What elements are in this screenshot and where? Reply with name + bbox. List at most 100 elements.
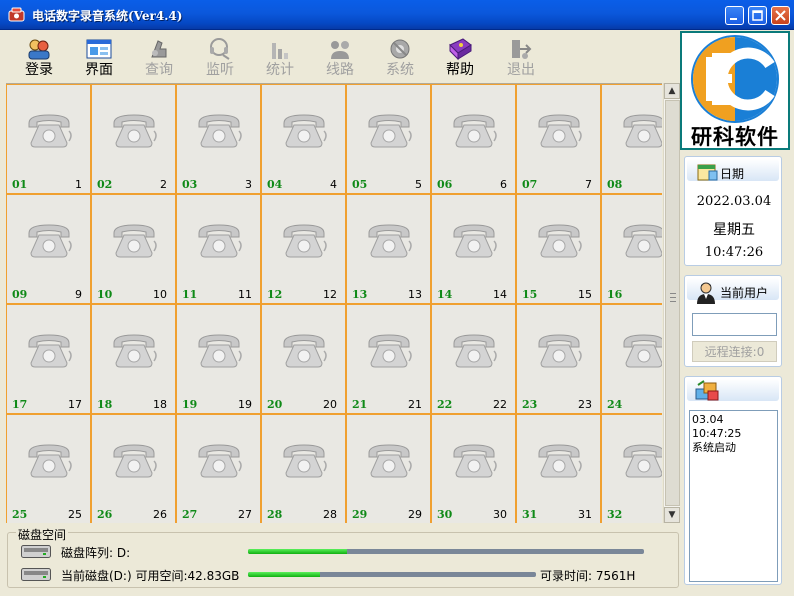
channel-cell[interactable]: 11 11 — [176, 194, 261, 304]
line-number: 18 — [153, 398, 167, 411]
toolbar-button-monitor[interactable]: 监听 — [194, 35, 246, 83]
channel-cell[interactable]: 03 3 — [176, 84, 261, 194]
main-panel: 登录 界面 查询 监听统计 线路系统 帮助 退出 01 1 02 2 03 3 04 4 05 5 06 6 07 7… — [3, 31, 680, 591]
close-button[interactable] — [771, 6, 790, 25]
channel-cell[interactable]: 04 4 — [261, 84, 346, 194]
line-number: 15 — [578, 288, 592, 301]
title-bar[interactable]: 电话数字录音系统(Ver4.4) — [0, 0, 794, 30]
channel-number: 25 — [12, 508, 28, 521]
line-number: 17 — [68, 398, 82, 411]
line-number: 20 — [323, 398, 337, 411]
toolbar-button-label: 统计 — [266, 62, 294, 78]
channel-cell[interactable]: 01 1 — [6, 84, 91, 194]
channel-cell[interactable]: 25 25 — [6, 414, 91, 523]
current-disk-usage-bar — [248, 572, 536, 577]
toolbar-button-label: 系统 — [386, 62, 414, 78]
toolbar-button-login[interactable]: 登录 — [13, 35, 65, 83]
channel-cell[interactable]: 18 18 — [91, 304, 176, 414]
channel-number: 27 — [182, 508, 198, 521]
log-text-area[interactable]: 03.04 10:47:25 系统启动 — [689, 410, 778, 582]
channel-cell[interactable]: 26 26 — [91, 414, 176, 523]
channel-cell[interactable]: 14 14 — [431, 194, 516, 304]
channel-cell[interactable]: 30 30 — [431, 414, 516, 523]
channel-cell[interactable]: 07 7 — [516, 84, 601, 194]
channel-number: 26 — [97, 508, 113, 521]
channel-cell[interactable]: 02 2 — [91, 84, 176, 194]
channel-cell[interactable]: 13 13 — [346, 194, 431, 304]
line-number: 31 — [578, 508, 592, 521]
user-icon — [697, 282, 715, 304]
login-icon — [28, 39, 50, 60]
channel-number: 21 — [352, 398, 368, 411]
channel-number: 30 — [437, 508, 453, 521]
line-number: 7 — [585, 178, 592, 191]
channel-cell[interactable]: 088 — [601, 84, 662, 194]
channel-cell[interactable]: 3232 — [601, 414, 662, 523]
toolbar-button-help[interactable]: 帮助 — [434, 35, 486, 83]
calendar-icon — [697, 164, 718, 181]
channel-cell[interactable]: 09 9 — [6, 194, 91, 304]
telephone-icon — [623, 444, 662, 478]
toolbar-button-exit[interactable]: 退出 — [495, 35, 547, 83]
scroll-down-button[interactable]: ▼ — [664, 507, 680, 523]
channel-number: 02 — [97, 178, 113, 191]
channel-number: 16 — [607, 288, 623, 301]
scroll-up-button[interactable]: ▲ — [664, 83, 680, 99]
toolbar-button-statistics[interactable]: 统计 — [254, 35, 306, 83]
network-icon — [695, 380, 719, 401]
channel-cell[interactable]: 17 17 — [6, 304, 91, 414]
telephone-icon — [623, 334, 662, 368]
channel-cell[interactable]: 19 19 — [176, 304, 261, 414]
channel-cell[interactable]: 22 22 — [431, 304, 516, 414]
user-panel-header: 当前用户 — [687, 278, 779, 304]
log-panel-header — [687, 379, 779, 401]
channel-cell[interactable]: 06 6 — [431, 84, 516, 194]
scroll-thumb[interactable] — [665, 100, 680, 506]
line-number: 21 — [408, 398, 422, 411]
maximize-button[interactable] — [748, 6, 767, 25]
channel-cell[interactable]: 2424 — [601, 304, 662, 414]
telephone-icon — [283, 444, 327, 478]
exit-icon — [512, 40, 532, 59]
channel-number: 23 — [522, 398, 538, 411]
close-icon — [775, 10, 786, 21]
telephone-icon — [283, 224, 327, 258]
channel-cell[interactable]: 10 10 — [91, 194, 176, 304]
toolbar-button-query[interactable]: 查询 — [133, 35, 185, 83]
channel-cell[interactable]: 1616 — [601, 194, 662, 304]
channel-cell[interactable]: 28 28 — [261, 414, 346, 523]
right-panel: 研科软件 日期 2022.03.04 星期五 10:47:26 当前用户 远程连… — [680, 31, 791, 591]
toolbar-button-interface[interactable]: 界面 — [73, 35, 125, 83]
toolbar-button-line[interactable]: 线路 — [314, 35, 366, 83]
line-number: 4 — [330, 178, 337, 191]
telephone-icon — [368, 444, 412, 478]
channel-cell[interactable]: 05 5 — [346, 84, 431, 194]
remote-connection-button[interactable]: 远程连接:0 — [692, 341, 777, 362]
disk-array-usage-bar — [248, 549, 644, 554]
channel-cell[interactable]: 31 31 — [516, 414, 601, 523]
channel-number: 19 — [182, 398, 198, 411]
telephone-icon — [538, 224, 582, 258]
telephone-icon — [28, 444, 72, 478]
record-time: 可录时间: 7561H — [540, 569, 636, 583]
channel-cell[interactable]: 15 15 — [516, 194, 601, 304]
channel-cell[interactable]: 29 29 — [346, 414, 431, 523]
line-number: 19 — [238, 398, 252, 411]
current-user-field[interactable] — [692, 313, 777, 336]
channel-grid: 0110220330440550660770880991010111112121… — [6, 83, 662, 523]
channel-cell[interactable]: 12 12 — [261, 194, 346, 304]
telephone-icon — [113, 334, 157, 368]
minimize-button[interactable] — [725, 6, 744, 25]
channel-cell[interactable]: 20 20 — [261, 304, 346, 414]
channel-number: 11 — [182, 288, 198, 301]
toolbar-button-system[interactable]: 系统 — [374, 35, 426, 83]
channel-cell[interactable]: 23 23 — [516, 304, 601, 414]
current-user-panel: 当前用户 远程连接:0 — [684, 275, 782, 367]
channel-number: 09 — [12, 288, 28, 301]
toolbar-button-label: 登录 — [25, 62, 53, 78]
channel-cell[interactable]: 21 21 — [346, 304, 431, 414]
toolbar-button-label: 界面 — [85, 62, 113, 78]
channel-cell[interactable]: 27 27 — [176, 414, 261, 523]
vertical-scrollbar[interactable]: ▲ ▼ — [663, 83, 680, 523]
channel-number: 01 — [12, 178, 28, 191]
